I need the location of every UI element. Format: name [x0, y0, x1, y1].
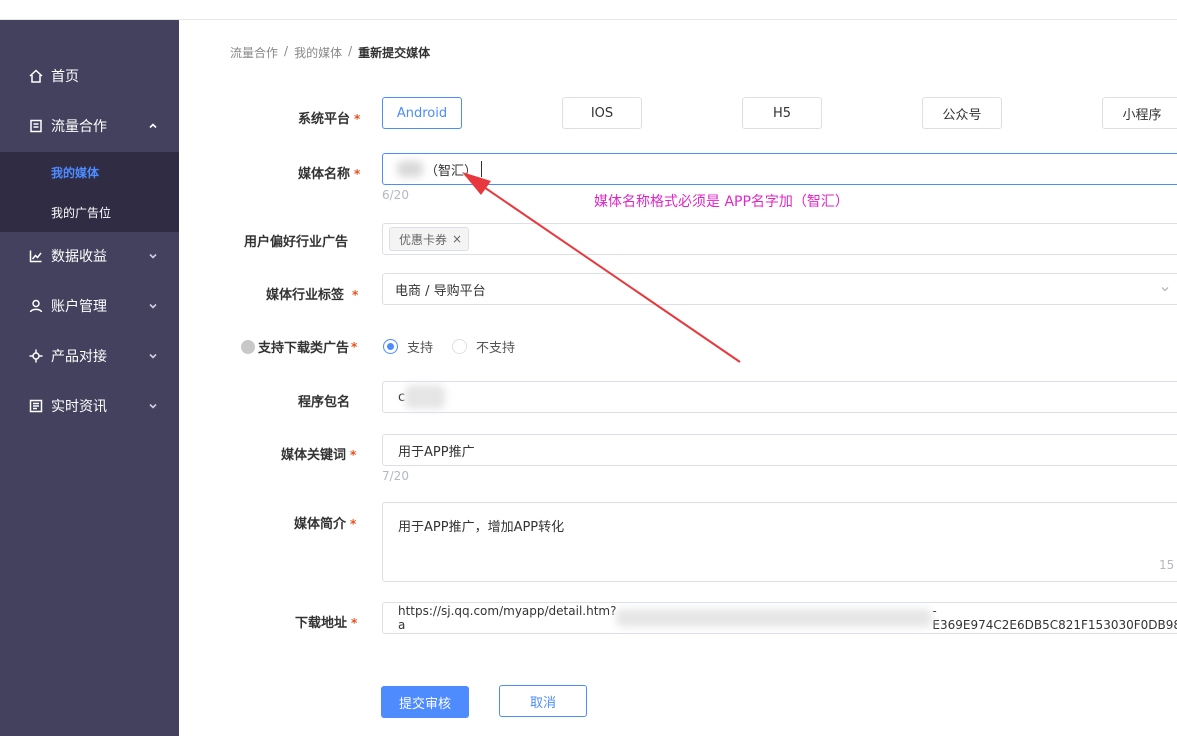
platform-option-official-account[interactable]: 公众号 [922, 97, 1002, 129]
platform-option-android[interactable]: Android [382, 97, 462, 129]
breadcrumb-current: 重新提交媒体 [358, 46, 431, 60]
platform-label: 系统平台 * [298, 108, 360, 127]
required-mark: * [351, 616, 358, 630]
industry-tag-select[interactable]: 电商 / 导购平台 [382, 273, 1177, 305]
media-name-label: 媒体名称 * [298, 163, 360, 182]
news-icon [27, 397, 45, 415]
chevron-down-icon [147, 300, 159, 312]
breadcrumb-separator: / [348, 44, 353, 58]
keywords-input[interactable]: 用于APP推广 [382, 434, 1177, 466]
breadcrumb-item[interactable]: 我的媒体 [294, 44, 342, 61]
sidebar-submenu: 我的媒体 我的广告位 [0, 152, 179, 232]
sidebar-item-label: 数据收益 [51, 249, 107, 265]
platform-option-h5[interactable]: H5 [742, 97, 822, 129]
breadcrumb-separator: / [284, 44, 289, 58]
download-url-label: 下载地址 * [295, 612, 357, 631]
redacted-text [405, 385, 445, 409]
sidebar-item-label: 实时资讯 [51, 399, 107, 415]
tag-label: 优惠卡券 [399, 232, 448, 247]
close-icon[interactable]: × [452, 232, 462, 246]
chart-icon [27, 247, 45, 265]
industry-tag-label: 媒体行业标签 * [266, 284, 358, 303]
keywords-label-text: 媒体关键词 [281, 448, 347, 463]
platform-option-ios[interactable]: IOS [562, 97, 642, 129]
text-cursor [481, 161, 483, 177]
sidebar-item-label: 流量合作 [51, 119, 107, 135]
keywords-value: 用于APP推广 [398, 444, 475, 460]
sidebar-subitem-my-media[interactable]: 我的媒体 [0, 152, 179, 192]
preferred-ads-select[interactable] [382, 223, 1177, 255]
download-ads-label: 支持下载类广告 * [241, 337, 357, 356]
plug-icon [27, 347, 45, 365]
chevron-down-icon [1159, 283, 1171, 295]
chevron-up-icon [147, 120, 159, 132]
download-url-value-start: https://sj.qq.com/myapp/detail.htm?a [398, 604, 617, 632]
sidebar-item-revenue[interactable]: 数据收益 [0, 231, 179, 281]
help-icon[interactable] [241, 339, 255, 354]
package-name-input[interactable]: c [382, 381, 1177, 413]
cancel-button[interactable]: 取消 [499, 685, 587, 717]
media-name-value: （智汇） [425, 163, 478, 179]
intro-counter: 15 [1159, 558, 1175, 572]
submit-review-button[interactable]: 提交审核 [381, 686, 469, 718]
user-icon [27, 297, 45, 315]
required-mark: * [350, 448, 357, 462]
preferred-ads-label: 用户偏好行业广告 [244, 235, 349, 250]
breadcrumb-item[interactable]: 流量合作 [230, 44, 278, 61]
redacted-text [616, 609, 933, 627]
radio-not-support[interactable]: 不支持 [452, 337, 515, 356]
platform-label-text: 系统平台 [298, 112, 351, 127]
sidebar-subitem-my-adslots[interactable]: 我的广告位 [0, 192, 179, 232]
preferred-ad-tag: 优惠卡券 × [389, 227, 470, 251]
sidebar-item-label: 首页 [51, 69, 79, 85]
sidebar-item-integration[interactable]: 产品对接 [0, 331, 179, 381]
industry-tag-label-text: 媒体行业标签 [266, 288, 345, 303]
keywords-label: 媒体关键词 * [281, 444, 356, 463]
media-name-label-text: 媒体名称 [298, 167, 351, 182]
platform-option-mini-program[interactable]: 小程序 [1102, 97, 1177, 129]
intro-label: 媒体简介 * [294, 513, 356, 532]
keywords-counter: 7/20 [382, 469, 409, 483]
home-icon [27, 67, 45, 85]
radio-support[interactable]: 支持 [383, 337, 433, 356]
chevron-down-icon [147, 400, 159, 412]
redacted-text [397, 161, 423, 177]
radio-label: 不支持 [476, 341, 516, 356]
sidebar-item-label: 产品对接 [51, 349, 107, 365]
breadcrumb: 流量合作 / 我的媒体 / 重新提交媒体 [230, 44, 430, 61]
required-mark: * [351, 339, 358, 354]
sidebar-item-home[interactable]: 首页 [0, 51, 179, 101]
sidebar-item-traffic[interactable]: 流量合作 [0, 101, 179, 151]
radio-dot [452, 339, 467, 354]
chevron-down-icon [147, 350, 159, 362]
top-bar [0, 0, 1177, 20]
sidebar-subitem-label: 我的广告位 [51, 205, 112, 220]
sidebar-subitem-label: 我的媒体 [51, 165, 100, 180]
industry-tag-value: 电商 / 导购平台 [395, 283, 486, 299]
required-mark: * [354, 167, 361, 181]
intro-label-text: 媒体简介 [294, 517, 347, 532]
intro-textarea[interactable]: 用于APP推广，增加APP转化 [382, 502, 1177, 582]
intro-value: 用于APP推广，增加APP转化 [398, 520, 565, 535]
radio-dot [383, 339, 398, 354]
sidebar-item-label: 账户管理 [51, 299, 107, 315]
annotation-note: 媒体名称格式必须是 APP名字加（智汇） [594, 194, 849, 210]
sidebar-item-account[interactable]: 账户管理 [0, 281, 179, 331]
download-url-label-text: 下载地址 [295, 616, 348, 631]
required-mark: * [352, 288, 359, 302]
required-mark: * [354, 112, 361, 126]
sidebar: 首页 流量合作 我的媒体 我的广告位 数据收益 账户管理 产品对接 实时资讯 [0, 20, 179, 736]
media-name-counter: 6/20 [382, 188, 409, 202]
package-name-label: 程序包名 [298, 395, 351, 410]
sidebar-item-news[interactable]: 实时资讯 [0, 381, 179, 431]
media-name-input[interactable]: （智汇） [382, 153, 1177, 185]
download-url-input[interactable]: https://sj.qq.com/myapp/detail.htm?a -E3… [382, 602, 1177, 634]
required-mark: * [350, 517, 357, 531]
download-ads-label-text: 支持下载类广告 [258, 341, 350, 356]
document-icon [27, 117, 45, 135]
download-url-value-end: -E369E974C2E6DB5C821F153030F0DB98 [932, 604, 1177, 632]
chevron-down-icon [147, 250, 159, 262]
radio-label: 支持 [407, 341, 434, 356]
